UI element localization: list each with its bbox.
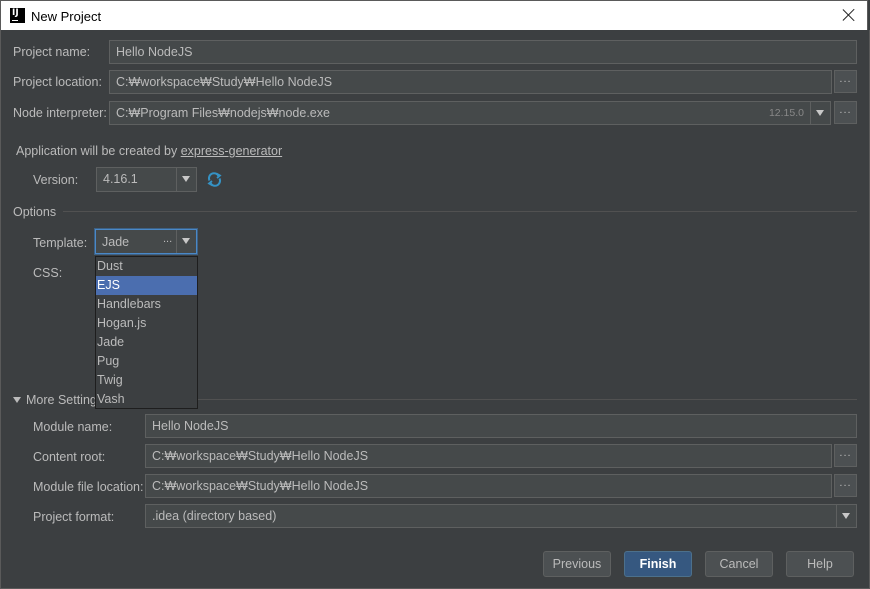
- project-name-label: Project name:: [13, 45, 91, 59]
- generator-info-text: Application will be created by: [16, 144, 178, 158]
- template-value: Jade: [102, 235, 130, 249]
- css-label: CSS:: [33, 266, 63, 280]
- title-bar: IJ New Project: [0, 0, 868, 30]
- options-header: Options: [13, 205, 57, 219]
- project-format-label: Project format:: [33, 510, 115, 524]
- module-file-location-label: Module file location:: [33, 480, 144, 494]
- dropdown-item-ejs[interactable]: EJS: [96, 276, 197, 295]
- refresh-icon[interactable]: [206, 171, 223, 188]
- previous-button[interactable]: Previous: [543, 551, 611, 577]
- chevron-down-icon[interactable]: [836, 505, 856, 527]
- project-location-label: Project location:: [13, 75, 102, 89]
- project-location-browse-button[interactable]: ...: [834, 70, 857, 93]
- intellij-app-icon: IJ: [10, 8, 25, 23]
- project-format-value: .idea (directory based): [152, 509, 277, 523]
- version-label: Version:: [33, 173, 79, 187]
- project-format-combo[interactable]: .idea (directory based): [145, 504, 857, 528]
- dropdown-item-hoganjs[interactable]: Hogan.js: [96, 314, 197, 333]
- dropdown-item-twig[interactable]: Twig: [96, 371, 197, 390]
- version-combo[interactable]: 4.16.1: [96, 167, 197, 192]
- node-interpreter-label: Node interpreter:: [13, 106, 107, 120]
- cancel-button[interactable]: Cancel: [705, 551, 773, 577]
- node-interpreter-browse-button[interactable]: ...: [834, 101, 857, 124]
- node-interpreter-value: C:₩Program Files₩nodejs₩node.exe: [116, 106, 330, 120]
- more-settings-label: More Settings: [26, 393, 104, 407]
- options-separator: [63, 211, 857, 212]
- generator-info: Application will be created by express-g…: [16, 144, 282, 158]
- content-root-browse-button[interactable]: ...: [834, 444, 857, 467]
- dropdown-item-dust[interactable]: Dust: [96, 257, 197, 276]
- content-root-input[interactable]: C:₩workspace₩Study₩Hello NodeJS: [145, 444, 832, 468]
- module-file-location-browse-button[interactable]: ...: [834, 474, 857, 497]
- template-browse-dots[interactable]: ...: [163, 233, 172, 245]
- help-button[interactable]: Help: [786, 551, 854, 577]
- express-generator-link[interactable]: express-generator: [181, 144, 282, 158]
- template-combo[interactable]: Jade ...: [95, 229, 197, 254]
- window-title: New Project: [31, 9, 102, 24]
- more-settings-separator: [197, 399, 857, 400]
- template-dropdown-list: Dust EJS Handlebars Hogan.js Jade Pug Tw…: [95, 256, 198, 409]
- chevron-down-icon[interactable]: [810, 102, 830, 124]
- finish-button[interactable]: Finish: [624, 551, 692, 577]
- chevron-down-icon[interactable]: [176, 230, 196, 253]
- module-file-location-input[interactable]: C:₩workspace₩Study₩Hello NodeJS: [145, 474, 832, 498]
- module-name-input[interactable]: Hello NodeJS: [145, 414, 857, 438]
- project-name-input[interactable]: Hello NodeJS: [109, 40, 857, 64]
- dropdown-item-vash[interactable]: Vash: [96, 390, 197, 409]
- node-interpreter-combo[interactable]: C:₩Program Files₩nodejs₩node.exe 12.15.0: [109, 101, 831, 125]
- triangle-down-icon: [13, 397, 21, 403]
- template-label: Template:: [33, 236, 88, 250]
- module-name-label: Module name:: [33, 420, 113, 434]
- dropdown-item-handlebars[interactable]: Handlebars: [96, 295, 197, 314]
- chevron-down-icon[interactable]: [176, 168, 196, 191]
- dropdown-item-pug[interactable]: Pug: [96, 352, 197, 371]
- close-icon[interactable]: [840, 6, 858, 24]
- content-root-label: Content root:: [33, 450, 106, 464]
- project-location-input[interactable]: C:₩workspace₩Study₩Hello NodeJS: [109, 70, 832, 94]
- version-value: 4.16.1: [103, 172, 138, 186]
- more-settings-toggle[interactable]: More Settings: [13, 393, 103, 407]
- node-version-hint: 12.15.0: [768, 107, 804, 119]
- dropdown-item-jade[interactable]: Jade: [96, 333, 197, 352]
